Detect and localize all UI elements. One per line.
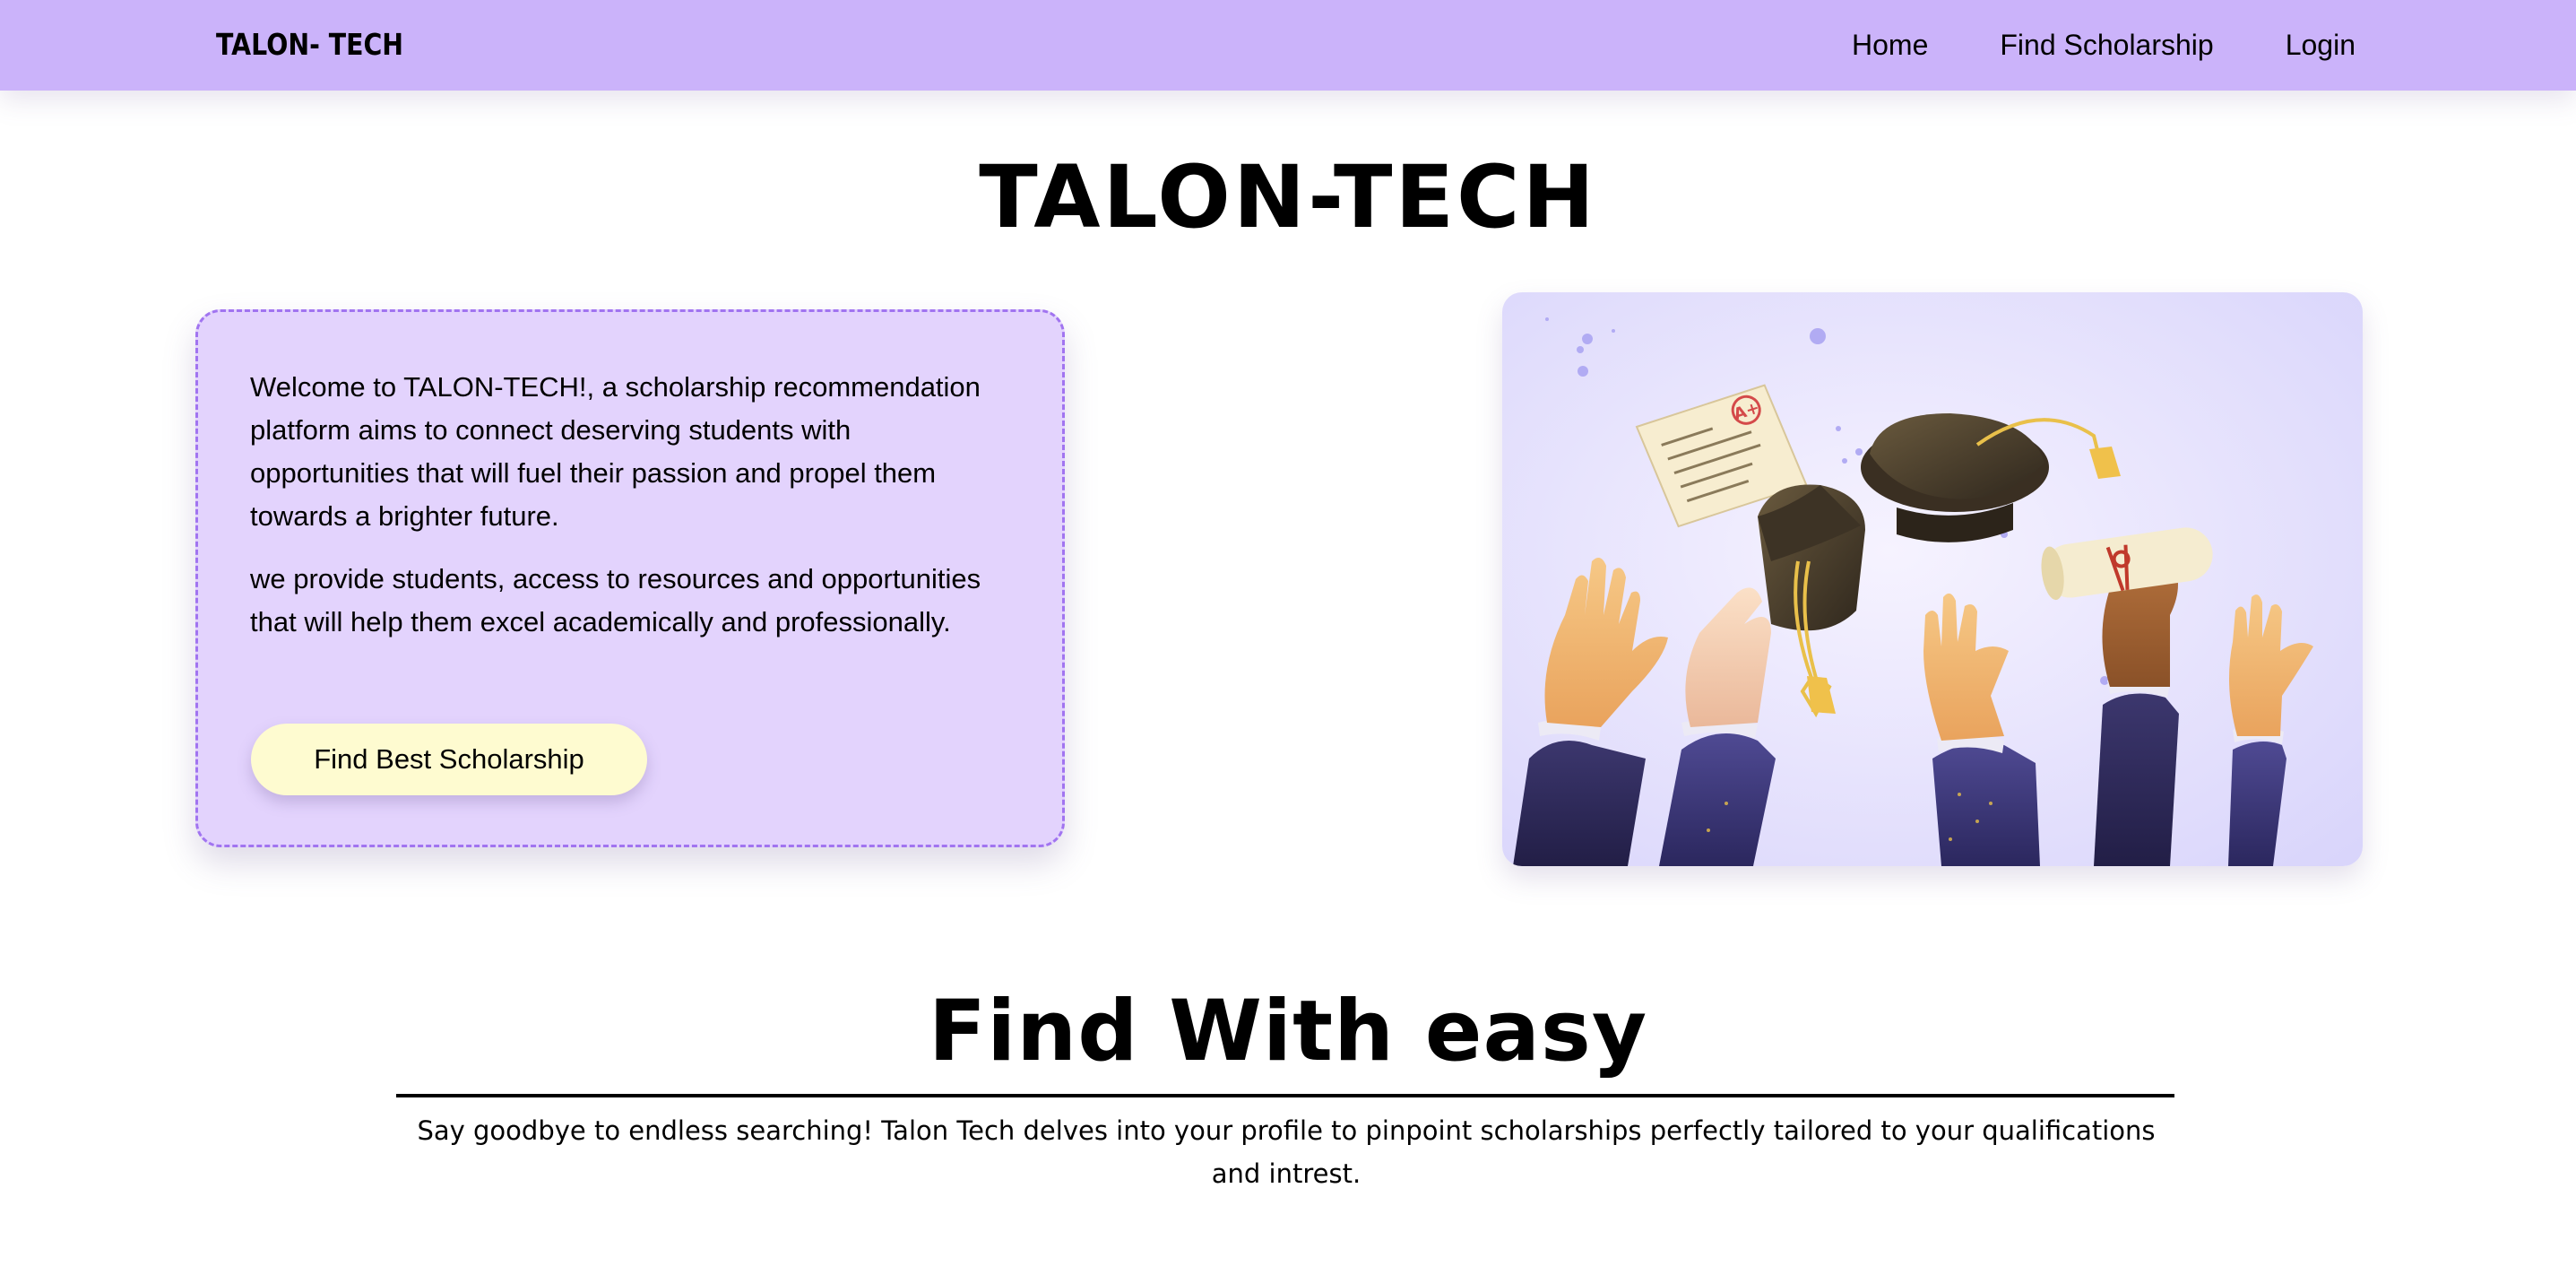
welcome-card: Welcome to TALON-TECH!, a scholarship re…: [195, 309, 1065, 847]
section-divider: [396, 1094, 2174, 1097]
nav-link-find-scholarship[interactable]: Find Scholarship: [2000, 25, 2213, 65]
find-best-scholarship-button[interactable]: Find Best Scholarship: [251, 724, 647, 795]
section-description: Say goodbye to endless searching! Talon …: [417, 1115, 2156, 1189]
nav-link-home[interactable]: Home: [1852, 25, 1928, 65]
brand-logo[interactable]: TALON- TECH: [216, 25, 403, 65]
mission-paragraph: we provide students, access to resources…: [250, 563, 981, 638]
graduation-illustration: A+: [1502, 292, 2363, 866]
section-title: Find With easy: [928, 983, 1648, 1080]
page-title: TALON-TECH: [979, 147, 1597, 247]
top-navbar: TALON- TECH Home Find Scholarship Login: [0, 0, 2576, 91]
welcome-paragraph: Welcome to TALON-TECH!, a scholarship re…: [250, 371, 981, 532]
nav-links: Home Find Scholarship Login: [1852, 25, 2356, 65]
graduation-celebration-icon: A+: [1502, 292, 2363, 866]
nav-link-login[interactable]: Login: [2286, 25, 2356, 65]
